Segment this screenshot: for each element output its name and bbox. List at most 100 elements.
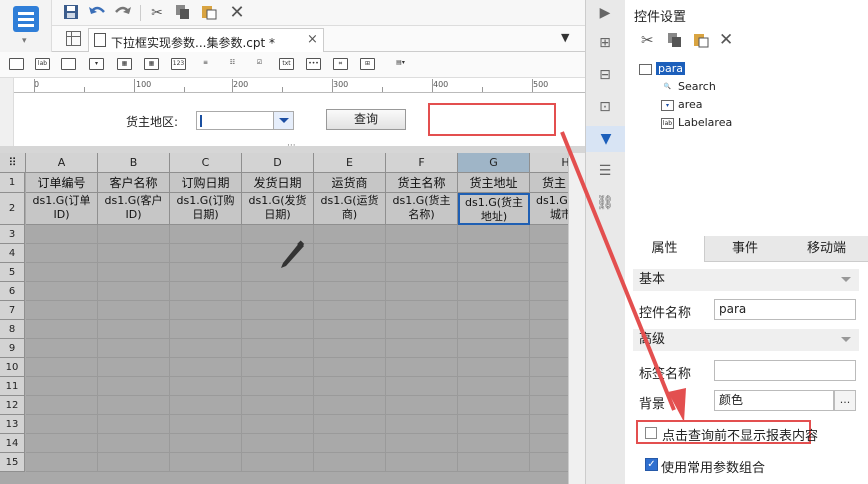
row-header[interactable]: 13 bbox=[0, 415, 25, 434]
empty-cell[interactable] bbox=[386, 263, 458, 282]
data-cell[interactable]: ds1.G(运货 商) bbox=[314, 193, 386, 225]
empty-cell[interactable] bbox=[458, 434, 530, 453]
collapse-arrow-icon[interactable]: ▶ bbox=[596, 4, 614, 22]
data-cell[interactable]: ds1.G(客户 ID) bbox=[98, 193, 170, 225]
empty-cell[interactable] bbox=[458, 301, 530, 320]
tab-close-icon[interactable]: × bbox=[307, 32, 318, 47]
empty-cell[interactable] bbox=[98, 358, 170, 377]
widget-settings-icon[interactable]: ▼ bbox=[586, 126, 626, 152]
empty-cell[interactable] bbox=[170, 415, 242, 434]
empty-cell[interactable] bbox=[314, 282, 386, 301]
empty-cell[interactable] bbox=[386, 320, 458, 339]
empty-cell[interactable] bbox=[170, 244, 242, 263]
empty-cell[interactable] bbox=[242, 396, 314, 415]
empty-cell[interactable] bbox=[458, 282, 530, 301]
lab-widget-icon[interactable]: lab bbox=[35, 58, 50, 70]
empty-cell[interactable] bbox=[314, 396, 386, 415]
tree-root[interactable]: para bbox=[639, 62, 685, 75]
row-header[interactable]: 6 bbox=[0, 282, 25, 301]
empty-cell[interactable] bbox=[386, 396, 458, 415]
empty-cell[interactable] bbox=[386, 377, 458, 396]
cell-element-icon[interactable]: ⊞ bbox=[596, 34, 614, 52]
empty-cell[interactable] bbox=[242, 358, 314, 377]
data-cell[interactable]: ds1.G(订购 日期) bbox=[170, 193, 242, 225]
splitter-handle-icon[interactable]: ··· bbox=[287, 141, 296, 151]
empty-cell[interactable] bbox=[458, 320, 530, 339]
empty-cell[interactable] bbox=[242, 339, 314, 358]
empty-cell[interactable] bbox=[314, 225, 386, 244]
cut-icon[interactable]: ✂ bbox=[148, 4, 166, 22]
row-header[interactable]: 15 bbox=[0, 453, 25, 472]
dropdown-arrow-icon[interactable] bbox=[273, 112, 293, 129]
empty-cell[interactable] bbox=[242, 453, 314, 472]
date-widget-icon[interactable]: ▦ bbox=[144, 58, 159, 70]
tree-item[interactable]: ▾ area bbox=[661, 98, 703, 111]
empty-cell[interactable] bbox=[26, 244, 98, 263]
empty-cell[interactable] bbox=[170, 358, 242, 377]
selected-data-cell[interactable]: ds1.G(货主 地址) bbox=[458, 193, 530, 225]
textarea-widget-icon[interactable]: ≡ bbox=[198, 58, 213, 70]
empty-cell[interactable] bbox=[26, 396, 98, 415]
section-advanced[interactable]: 高级 bbox=[633, 329, 859, 351]
empty-cell[interactable] bbox=[170, 301, 242, 320]
row-header[interactable]: 10 bbox=[0, 358, 25, 377]
tab-mobile[interactable]: 移动端 bbox=[785, 236, 868, 262]
empty-cell[interactable] bbox=[98, 244, 170, 263]
column-header[interactable]: C bbox=[170, 153, 242, 173]
more-widgets-icon[interactable]: ▤▾ bbox=[393, 58, 408, 70]
empty-cell[interactable] bbox=[530, 358, 568, 377]
empty-cell[interactable] bbox=[242, 415, 314, 434]
empty-cell[interactable] bbox=[26, 434, 98, 453]
empty-cell[interactable] bbox=[386, 244, 458, 263]
grid-view-icon[interactable] bbox=[66, 31, 81, 46]
column-header[interactable]: D bbox=[242, 153, 314, 173]
header-cell[interactable]: 客户名称 bbox=[98, 173, 170, 193]
cut-icon[interactable]: ✂ bbox=[641, 31, 654, 49]
column-header[interactable]: H bbox=[530, 153, 568, 173]
combobox-widget-icon[interactable]: ▾ bbox=[89, 58, 104, 70]
empty-cell[interactable] bbox=[530, 263, 568, 282]
background-more-button[interactable]: ... bbox=[834, 390, 856, 411]
header-cell[interactable]: 货主名称 bbox=[386, 173, 458, 193]
empty-cell[interactable] bbox=[98, 434, 170, 453]
empty-cell[interactable] bbox=[386, 358, 458, 377]
empty-cell[interactable] bbox=[530, 282, 568, 301]
vertical-scrollbar[interactable] bbox=[568, 153, 585, 484]
header-cell[interactable]: 订购日期 bbox=[170, 173, 242, 193]
empty-cell[interactable] bbox=[26, 320, 98, 339]
column-header[interactable]: B bbox=[98, 153, 170, 173]
empty-cell[interactable] bbox=[458, 263, 530, 282]
row-header[interactable]: 4 bbox=[0, 244, 25, 263]
save-icon[interactable] bbox=[62, 4, 80, 22]
empty-cell[interactable] bbox=[530, 339, 568, 358]
empty-cell[interactable] bbox=[386, 339, 458, 358]
delete-icon[interactable]: ✕ bbox=[719, 30, 733, 50]
empty-cell[interactable] bbox=[458, 225, 530, 244]
app-menu-caret-icon[interactable]: ▾ bbox=[22, 36, 27, 46]
empty-cell[interactable] bbox=[530, 434, 568, 453]
pane-splitter[interactable]: ··· bbox=[0, 141, 585, 153]
data-cell[interactable]: ds1.G(城市 bbox=[530, 193, 568, 225]
float-element-icon[interactable]: ⊡ bbox=[596, 98, 614, 116]
empty-cell[interactable] bbox=[26, 453, 98, 472]
empty-cell[interactable] bbox=[530, 244, 568, 263]
row-header[interactable]: 2 bbox=[0, 193, 25, 225]
empty-cell[interactable] bbox=[386, 453, 458, 472]
section-basic[interactable]: 基本 bbox=[633, 269, 859, 291]
empty-cell[interactable] bbox=[98, 301, 170, 320]
column-header[interactable]: A bbox=[26, 153, 98, 173]
widget-name-input[interactable]: para bbox=[714, 299, 856, 320]
checkbox-group-icon[interactable]: ☑ bbox=[252, 58, 267, 70]
empty-cell[interactable] bbox=[314, 434, 386, 453]
empty-cell[interactable] bbox=[170, 225, 242, 244]
tree-widget-icon[interactable]: ⌗ bbox=[333, 58, 348, 70]
empty-cell[interactable] bbox=[242, 282, 314, 301]
tab-events[interactable]: 事件 bbox=[705, 236, 785, 262]
empty-cell[interactable] bbox=[170, 263, 242, 282]
empty-cell[interactable] bbox=[98, 225, 170, 244]
radio-group-icon[interactable]: ☷ bbox=[225, 58, 240, 70]
empty-cell[interactable] bbox=[26, 339, 98, 358]
empty-cell[interactable] bbox=[458, 358, 530, 377]
empty-cell[interactable] bbox=[386, 225, 458, 244]
common-params-checkbox[interactable]: ✓ bbox=[645, 458, 658, 471]
